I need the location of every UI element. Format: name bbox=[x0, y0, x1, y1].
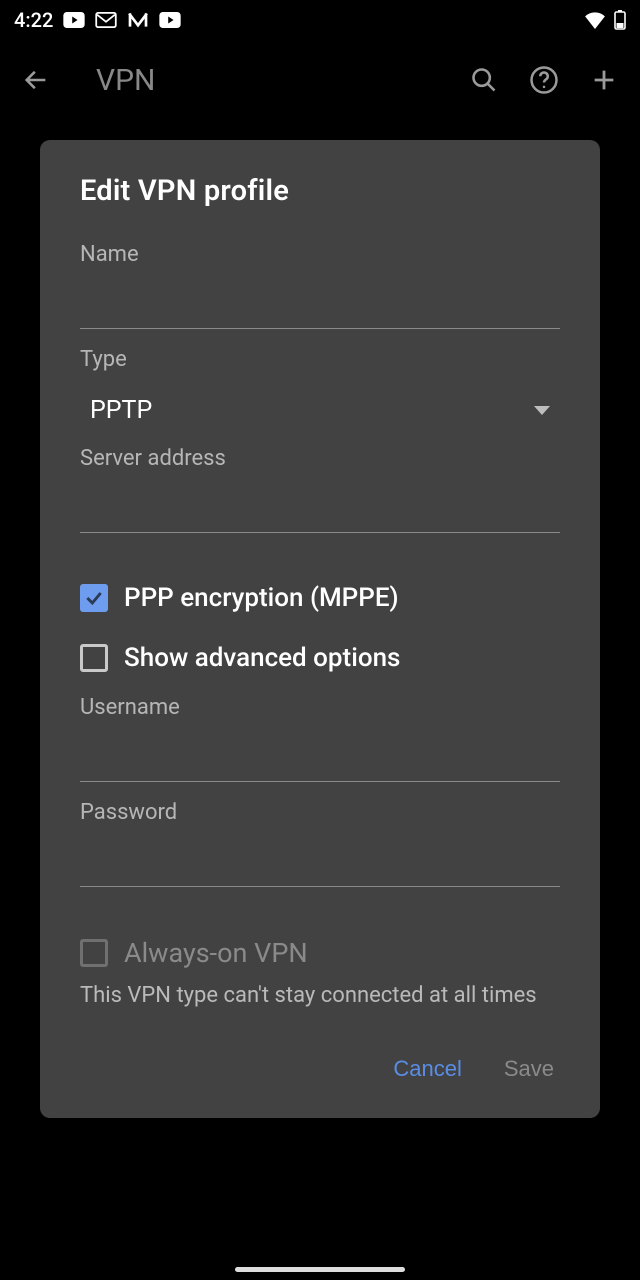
add-button[interactable] bbox=[580, 56, 628, 104]
youtube-icon-2 bbox=[159, 12, 181, 28]
dialog-actions: Cancel Save bbox=[80, 1048, 560, 1090]
youtube-icon bbox=[63, 12, 85, 28]
password-label: Password bbox=[80, 800, 560, 825]
battery-icon bbox=[614, 10, 626, 30]
name-input[interactable] bbox=[80, 277, 560, 329]
always-on-helper: This VPN type can't stay connected at al… bbox=[80, 983, 560, 1008]
ppp-checkbox-row[interactable]: PPP encryption (MPPE) bbox=[80, 583, 560, 613]
dialog-title: Edit VPN profile bbox=[80, 174, 560, 208]
server-input[interactable] bbox=[80, 481, 560, 533]
gmail-icon bbox=[95, 12, 117, 28]
page-title: VPN bbox=[96, 63, 448, 98]
cancel-button[interactable]: Cancel bbox=[389, 1048, 465, 1090]
password-input[interactable] bbox=[80, 835, 560, 887]
app-bar: VPN bbox=[0, 40, 640, 120]
status-bar: 4:22 bbox=[0, 0, 640, 40]
chevron-down-icon bbox=[534, 406, 550, 415]
username-label: Username bbox=[80, 695, 560, 720]
type-label: Type bbox=[80, 347, 560, 372]
checkbox-unchecked-icon bbox=[80, 644, 108, 672]
name-label: Name bbox=[80, 242, 560, 267]
checkbox-disabled-icon bbox=[80, 939, 108, 967]
advanced-checkbox-row[interactable]: Show advanced options bbox=[80, 643, 560, 673]
always-on-label: Always-on VPN bbox=[124, 937, 308, 969]
ppp-label: PPP encryption (MPPE) bbox=[124, 583, 399, 613]
home-indicator[interactable] bbox=[235, 1267, 405, 1272]
advanced-label: Show advanced options bbox=[124, 643, 400, 673]
status-time: 4:22 bbox=[14, 8, 53, 32]
username-input[interactable] bbox=[80, 730, 560, 782]
back-button[interactable] bbox=[12, 56, 60, 104]
save-button: Save bbox=[500, 1048, 558, 1090]
search-button[interactable] bbox=[460, 56, 508, 104]
medium-icon bbox=[127, 12, 149, 28]
always-on-checkbox-row: Always-on VPN bbox=[80, 937, 560, 969]
edit-vpn-dialog: Edit VPN profile Name Type PPTP Server a… bbox=[40, 140, 600, 1118]
help-button[interactable] bbox=[520, 56, 568, 104]
type-value: PPTP bbox=[90, 396, 152, 425]
type-select[interactable]: PPTP bbox=[80, 382, 560, 438]
server-label: Server address bbox=[80, 446, 560, 471]
wifi-icon bbox=[584, 11, 606, 29]
checkbox-checked-icon bbox=[80, 584, 108, 612]
